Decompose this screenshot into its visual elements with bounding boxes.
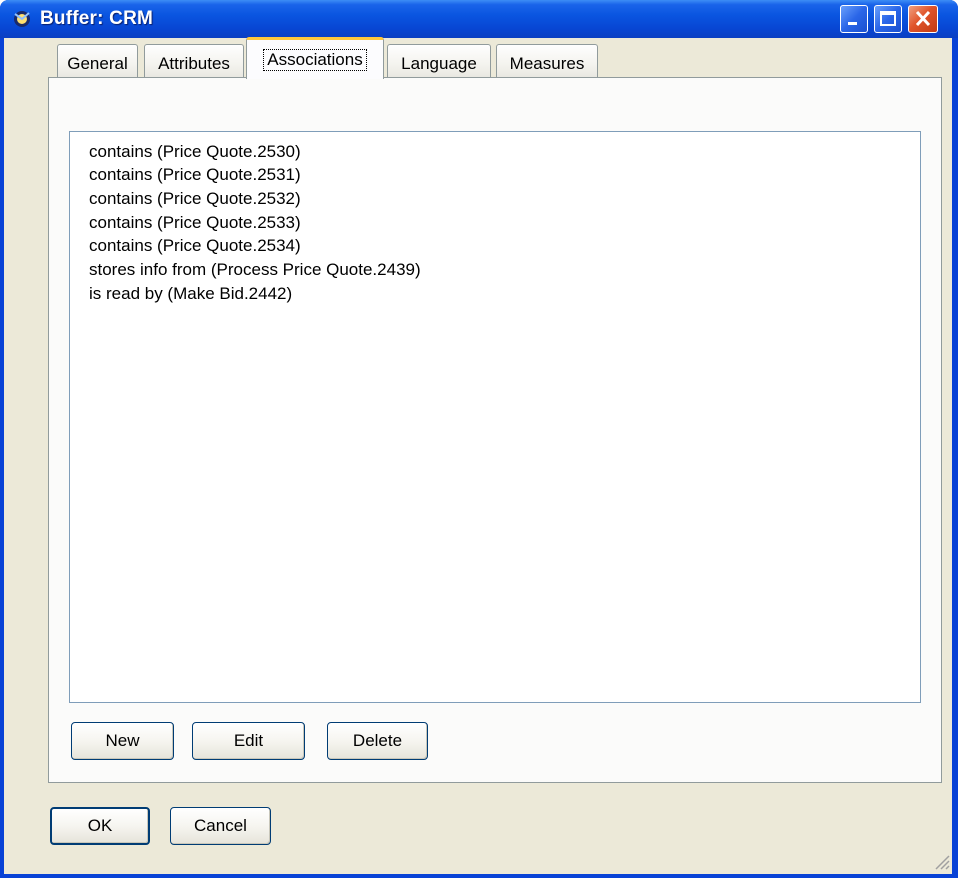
- close-button[interactable]: [908, 5, 938, 33]
- list-item[interactable]: contains (Price Quote.2532): [89, 189, 301, 209]
- ok-button[interactable]: OK: [50, 807, 150, 845]
- tab-label: Associations: [263, 48, 367, 71]
- associations-list[interactable]: contains (Price Quote.2530) contains (Pr…: [69, 131, 921, 703]
- window-frame-bottom: [0, 874, 958, 878]
- resize-grip-icon[interactable]: [932, 852, 950, 870]
- edit-button[interactable]: Edit: [192, 722, 305, 760]
- tab-general[interactable]: General: [57, 44, 138, 78]
- new-button[interactable]: New: [71, 722, 174, 760]
- minimize-icon: [848, 22, 857, 25]
- tab-label: Language: [401, 53, 477, 73]
- tab-attributes[interactable]: Attributes: [144, 44, 244, 78]
- tab-label: Attributes: [158, 53, 230, 73]
- tab-associations[interactable]: Associations: [246, 37, 384, 79]
- tab-language[interactable]: Language: [387, 44, 491, 78]
- window-title: Buffer: CRM: [40, 8, 154, 29]
- list-item[interactable]: contains (Price Quote.2531): [89, 165, 301, 185]
- list-item[interactable]: contains (Price Quote.2530): [89, 142, 301, 162]
- list-item[interactable]: contains (Price Quote.2533): [89, 213, 301, 233]
- maximize-icon: [880, 11, 896, 26]
- minimize-button[interactable]: [840, 5, 868, 33]
- list-item[interactable]: is read by (Make Bid.2442): [89, 284, 292, 304]
- app-icon: [14, 11, 30, 27]
- delete-button[interactable]: Delete: [327, 722, 428, 760]
- tab-label: Measures: [509, 53, 585, 73]
- title-bar[interactable]: Buffer: CRM: [0, 0, 958, 38]
- list-item[interactable]: contains (Price Quote.2534): [89, 236, 301, 256]
- cancel-button[interactable]: Cancel: [170, 807, 271, 845]
- tab-measures[interactable]: Measures: [496, 44, 598, 78]
- tab-label: General: [67, 53, 128, 73]
- close-icon: [915, 10, 931, 27]
- maximize-button[interactable]: [874, 5, 902, 33]
- list-item[interactable]: stores info from (Process Price Quote.24…: [89, 260, 421, 280]
